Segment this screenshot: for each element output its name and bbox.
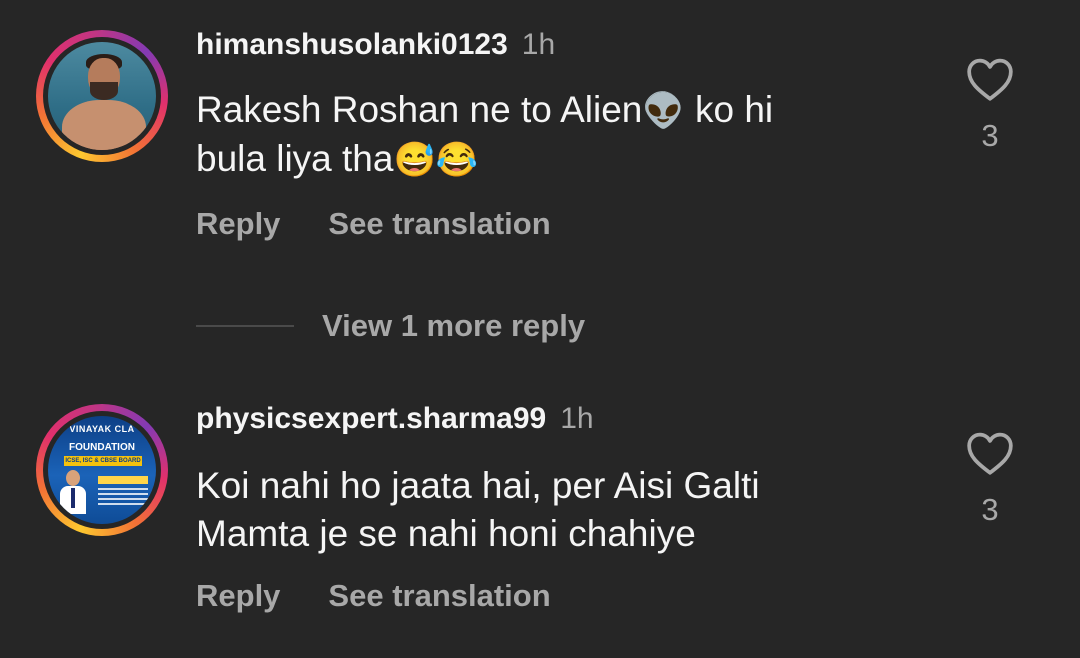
avatar[interactable]: [36, 30, 168, 162]
heart-icon[interactable]: [965, 56, 1015, 102]
view-more-replies-label[interactable]: View 1 more reply: [322, 308, 585, 344]
reply-button[interactable]: Reply: [196, 206, 280, 242]
comment-username[interactable]: himanshusolanki0123 1h: [196, 28, 555, 62]
like-count: 3: [981, 118, 999, 153]
see-translation-button[interactable]: See translation: [328, 578, 550, 614]
comment-username[interactable]: physicsexpert.sharma99 1h: [196, 402, 594, 436]
poster-title: VINAYAK CLA: [69, 424, 135, 434]
comment-actions: Reply See translation: [196, 206, 551, 242]
reply-button[interactable]: Reply: [196, 578, 280, 614]
comment-actions: Reply See translation: [196, 578, 551, 614]
comment-time: 1h: [521, 28, 556, 61]
like-count: 3: [981, 492, 999, 527]
like-control: 3: [962, 56, 1018, 154]
divider: [196, 325, 294, 327]
like-control: 3: [962, 430, 1018, 528]
comment-item: VINAYAK CLA FOUNDATION ICSE, ISC & CBSE …: [0, 380, 1080, 658]
sweat-smile-emoji: 😅: [393, 141, 436, 179]
comment-time: 1h: [560, 402, 594, 435]
comment-text: Rakesh Roshan ne to Alien👽 ko hi bula liy…: [196, 89, 774, 179]
poster-band: ICSE, ISC & CBSE BOARD: [64, 456, 142, 466]
comment-item: himanshusolanki0123 1h Rakesh Roshan ne t…: [0, 0, 1080, 290]
alien-emoji: 👽: [642, 92, 685, 130]
profile-photo: VINAYAK CLA FOUNDATION ICSE, ISC & CBSE …: [48, 416, 156, 524]
poster-subtitle: FOUNDATION: [69, 442, 135, 453]
heart-icon[interactable]: [965, 430, 1015, 476]
profile-photo: [48, 42, 156, 150]
view-more-replies[interactable]: View 1 more reply: [196, 306, 696, 350]
comment-text: Koi nahi ho jaata hai, per Aisi Galti Mam…: [196, 465, 760, 554]
joy-emoji: 😂: [435, 141, 479, 179]
see-translation-button[interactable]: See translation: [328, 206, 550, 242]
avatar[interactable]: VINAYAK CLA FOUNDATION ICSE, ISC & CBSE …: [36, 404, 168, 536]
